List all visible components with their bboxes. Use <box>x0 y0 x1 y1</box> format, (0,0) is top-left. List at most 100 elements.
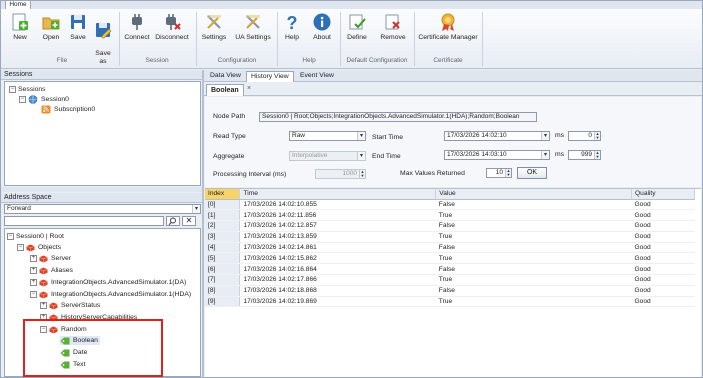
help-question-icon: ? <box>287 13 298 32</box>
table-row[interactable]: [5] 17/03/2026 14:02:15.862 True Good <box>205 252 695 265</box>
chevron-down-icon[interactable]: ▾ <box>541 132 549 140</box>
ok-button[interactable]: OK <box>517 167 547 179</box>
collapse-icon[interactable]: − <box>9 86 16 93</box>
app-window: Home New Open Save Save as File Connect … <box>0 0 703 378</box>
save-button[interactable]: Save <box>67 12 89 42</box>
search-button[interactable] <box>166 216 180 226</box>
tree-node-aliases[interactable]: + Aliases <box>30 266 73 275</box>
settings-button[interactable]: Settings <box>200 12 228 42</box>
expand-icon[interactable]: + <box>30 255 37 262</box>
chevron-down-icon[interactable]: ▾ <box>192 205 200 213</box>
tree-node-session0[interactable]: − Session0 <box>19 95 69 104</box>
spinner-icon[interactable]: ▲ ▼ <box>505 169 511 177</box>
tree-node-server[interactable]: + Server <box>30 254 71 263</box>
table-row[interactable]: [9] 17/03/2026 14:02:19.869 True Good <box>205 296 695 308</box>
history-results-table: Index Time Value Quality [0] 17/03/2026 1… <box>205 188 701 377</box>
tab-home[interactable]: Home <box>5 0 31 9</box>
tree-node-server-status[interactable]: + ServerStatus <box>40 301 100 310</box>
cell-value: True <box>435 209 632 222</box>
collapse-icon[interactable]: − <box>17 244 24 251</box>
certificate-manager-button[interactable]: Certificate Manager <box>417 12 479 42</box>
tree-node-sessions[interactable]: − Sessions <box>9 85 46 94</box>
collapse-icon[interactable]: − <box>19 96 26 103</box>
chevron-down-icon[interactable]: ▾ <box>357 152 365 160</box>
start-ms-input[interactable]: 0 ▲ ▼ <box>568 131 601 141</box>
cell-index: [4] <box>205 242 241 254</box>
objects-label: Objects <box>38 244 62 251</box>
tab-boolean[interactable]: Boolean <box>206 84 244 96</box>
cell-quality: Good <box>631 285 695 297</box>
aliases-label: Aliases <box>51 267 73 274</box>
column-header-quality[interactable]: Quality <box>631 189 695 200</box>
cell-time: 17/03/2026 14:02:13.859 <box>239 231 436 243</box>
table-row[interactable]: [8] 17/03/2026 14:02:18.868 False Good <box>205 285 695 297</box>
ua-settings-button[interactable]: UA Settings <box>233 12 273 42</box>
horizontal-splitter[interactable] <box>1 187 203 192</box>
end-ms-input[interactable]: 999 ▲ ▼ <box>568 150 601 160</box>
column-header-time[interactable]: Time <box>239 189 437 200</box>
table-row[interactable]: [3] 17/03/2026 14:02:13.859 True Good <box>205 231 695 243</box>
tab-event-view[interactable]: Event View <box>296 71 338 82</box>
sessions-tree: − Sessions − Session0 Subscription0 <box>4 81 201 186</box>
start-time-value: 17/03/2026 14:02:10 <box>447 132 507 139</box>
end-time-picker[interactable]: 17/03/2026 14:03:10 ▾ <box>444 150 550 160</box>
tree-node-hda[interactable]: − IntegrationObjects.AdvancedSimulator.1… <box>30 290 191 299</box>
start-time-picker[interactable]: 17/03/2026 14:02:10 ▾ <box>444 131 550 141</box>
vertical-splitter[interactable] <box>202 70 204 378</box>
table-row[interactable]: [1] 17/03/2026 14:02:11.856 True Good <box>205 209 695 222</box>
cell-value: False <box>435 263 632 276</box>
collapse-icon[interactable]: − <box>30 291 37 298</box>
cell-value: False <box>435 220 632 232</box>
spinner-icon[interactable]: ▲ ▼ <box>359 170 365 178</box>
settings-tools-icon <box>207 15 221 29</box>
column-header-value[interactable]: Value <box>435 189 633 200</box>
expand-icon[interactable]: + <box>30 267 37 274</box>
tree-node-root[interactable]: − Session0 | Root <box>7 232 64 241</box>
chevron-down-icon[interactable]: ▾ <box>541 151 549 159</box>
collapse-icon[interactable]: − <box>7 233 14 240</box>
clear-button[interactable]: ✕ <box>182 216 196 226</box>
tab-data-view[interactable]: Data View <box>206 71 245 82</box>
start-ms-value: 0 <box>588 132 592 139</box>
expand-icon[interactable]: + <box>30 279 37 286</box>
new-button[interactable]: New <box>7 12 33 42</box>
chevron-down-icon[interactable]: ▾ <box>357 132 365 140</box>
max-values-input[interactable]: 10 ▲ ▼ <box>486 168 512 178</box>
help-button[interactable]: ? Help <box>280 12 304 42</box>
tree-node-subscription0[interactable]: Subscription0 <box>41 105 95 114</box>
open-button[interactable]: Open <box>39 12 63 42</box>
define-button[interactable]: Define <box>344 12 370 42</box>
node-path-field[interactable]: Session0 | Root;Objects;IntegrationObjec… <box>259 112 537 122</box>
cell-time: 17/03/2026 14:02:19.869 <box>239 296 436 308</box>
aggregate-select[interactable]: Interpolative ▾ <box>289 151 366 161</box>
spinner-icon[interactable]: ▲ ▼ <box>594 151 600 159</box>
plug-icon <box>132 14 142 30</box>
cell-time: 17/03/2026 14:02:11.856 <box>239 209 436 222</box>
about-button[interactable]: About <box>308 12 336 42</box>
remove-button[interactable]: Remove <box>377 12 409 42</box>
processing-interval-input[interactable]: 1000 ▲ ▼ <box>315 169 366 179</box>
group-label-file: File <box>56 57 68 64</box>
spinner-icon[interactable]: ▲ ▼ <box>594 132 600 140</box>
table-row[interactable]: [0] 17/03/2026 14:02:10.855 False Good <box>205 199 695 211</box>
group-label-default-configuration: Default Configuration <box>346 57 408 64</box>
disconnect-button[interactable]: Disconnect <box>154 12 190 42</box>
table-row[interactable]: [2] 17/03/2026 14:02:12.857 False Good <box>205 220 695 232</box>
unplug-icon <box>166 14 181 30</box>
read-type-select[interactable]: Raw ▾ <box>289 131 366 141</box>
tree-node-da[interactable]: + IntegrationObjects.AdvancedSimulator.1… <box>30 278 186 287</box>
tab-history-view[interactable]: History View <box>246 71 294 82</box>
connect-button[interactable]: Connect <box>123 12 151 42</box>
table-row[interactable]: [4] 17/03/2026 14:02:14.861 False Good <box>205 242 695 254</box>
subscription0-label: Subscription0 <box>54 106 96 113</box>
save-label: Save <box>70 34 86 41</box>
address-search-input[interactable] <box>4 216 164 226</box>
table-row[interactable]: [7] 17/03/2026 14:02:17.866 True Good <box>205 274 695 286</box>
direction-select[interactable]: Forward ▾ <box>4 204 201 214</box>
tree-node-objects[interactable]: − Objects <box>17 243 61 252</box>
cell-value: True <box>435 231 632 243</box>
column-header-index[interactable]: Index <box>205 189 241 200</box>
close-tab-icon[interactable]: × <box>247 85 251 92</box>
table-row[interactable]: [6] 17/03/2026 14:02:16.864 False Good <box>205 263 695 276</box>
expand-icon[interactable]: + <box>40 302 47 309</box>
